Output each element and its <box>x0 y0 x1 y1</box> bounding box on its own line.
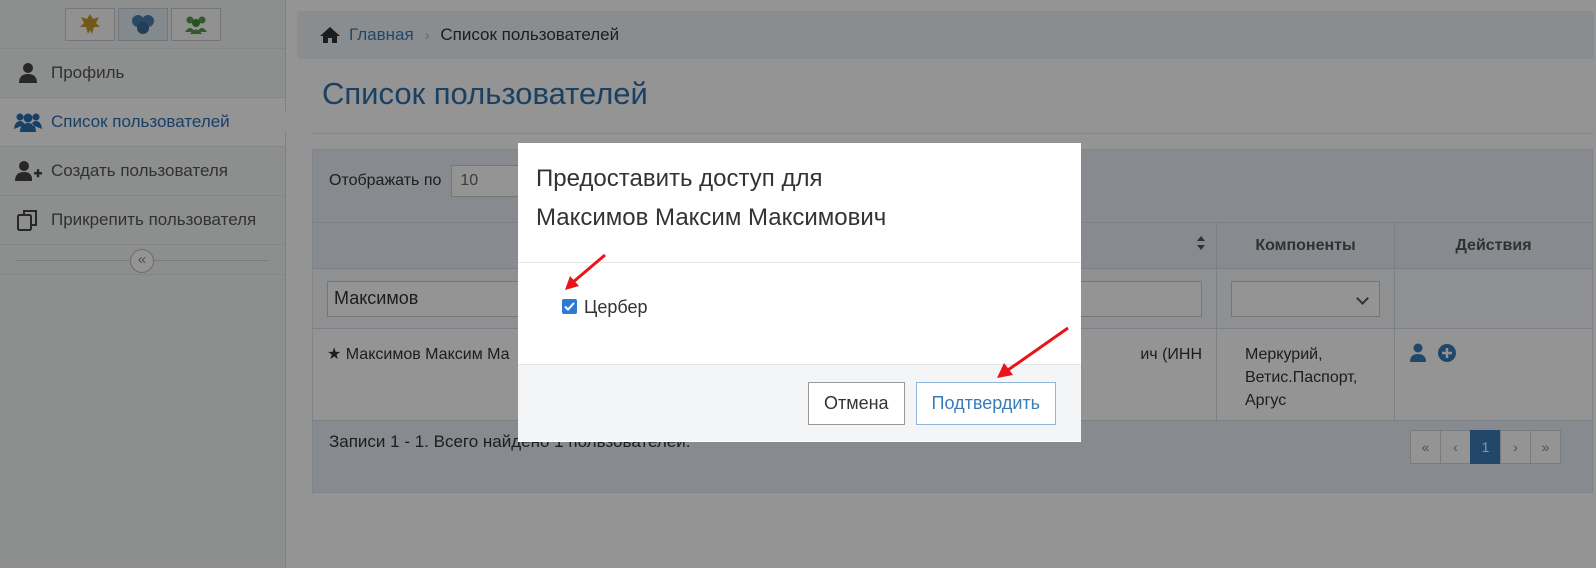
grant-access-modal: Предоставить доступ для Максимов Максим … <box>518 143 1081 442</box>
modal-header: Предоставить доступ для Максимов Максим … <box>518 143 1081 263</box>
modal-body: Цербер <box>518 263 1081 365</box>
modal-title-line1: Предоставить доступ для <box>536 165 823 192</box>
cancel-button[interactable]: Отмена <box>807 381 905 425</box>
cerber-checkbox-label[interactable]: Цербер <box>584 297 647 318</box>
confirm-button[interactable]: Подтвердить <box>915 381 1056 425</box>
modal-footer: Отмена Подтвердить <box>518 365 1081 441</box>
checkmark-icon <box>564 302 575 311</box>
modal-title-line2: Максимов Максим Максимович <box>536 204 887 231</box>
cerber-checkbox[interactable] <box>562 299 577 314</box>
